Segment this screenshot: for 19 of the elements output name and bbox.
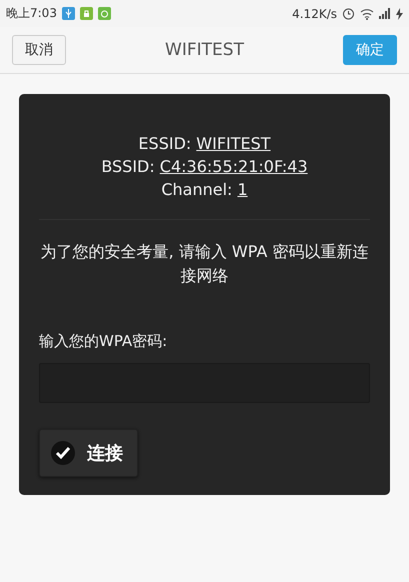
info-value: 1 bbox=[237, 179, 248, 201]
info-value: C4:36:55:21:0F:43 bbox=[160, 156, 308, 178]
status-time: 晚上7:03 bbox=[6, 5, 57, 22]
cancel-button[interactable]: 取消 bbox=[12, 35, 66, 65]
wifi-icon bbox=[360, 8, 374, 20]
password-label: 输入您的WPA密码: bbox=[39, 332, 168, 351]
signal-icon bbox=[379, 8, 391, 19]
connect-button[interactable]: 连接 bbox=[39, 429, 138, 477]
usb-icon bbox=[62, 7, 75, 20]
check-icon bbox=[51, 441, 75, 465]
security-message: 为了您的安全考量, 请输入 WPA 密码以重新连接网络 bbox=[40, 241, 370, 287]
network-speed: 4.12K/s bbox=[292, 6, 337, 20]
page-title: WIFITEST bbox=[165, 40, 244, 60]
charging-icon bbox=[396, 8, 403, 20]
info-value: WIFITEST bbox=[196, 133, 271, 155]
info-label: Channel: bbox=[161, 179, 232, 201]
info-label: ESSID: bbox=[138, 133, 192, 155]
info-label: BSSID: bbox=[101, 156, 155, 178]
lock-icon bbox=[80, 7, 93, 20]
